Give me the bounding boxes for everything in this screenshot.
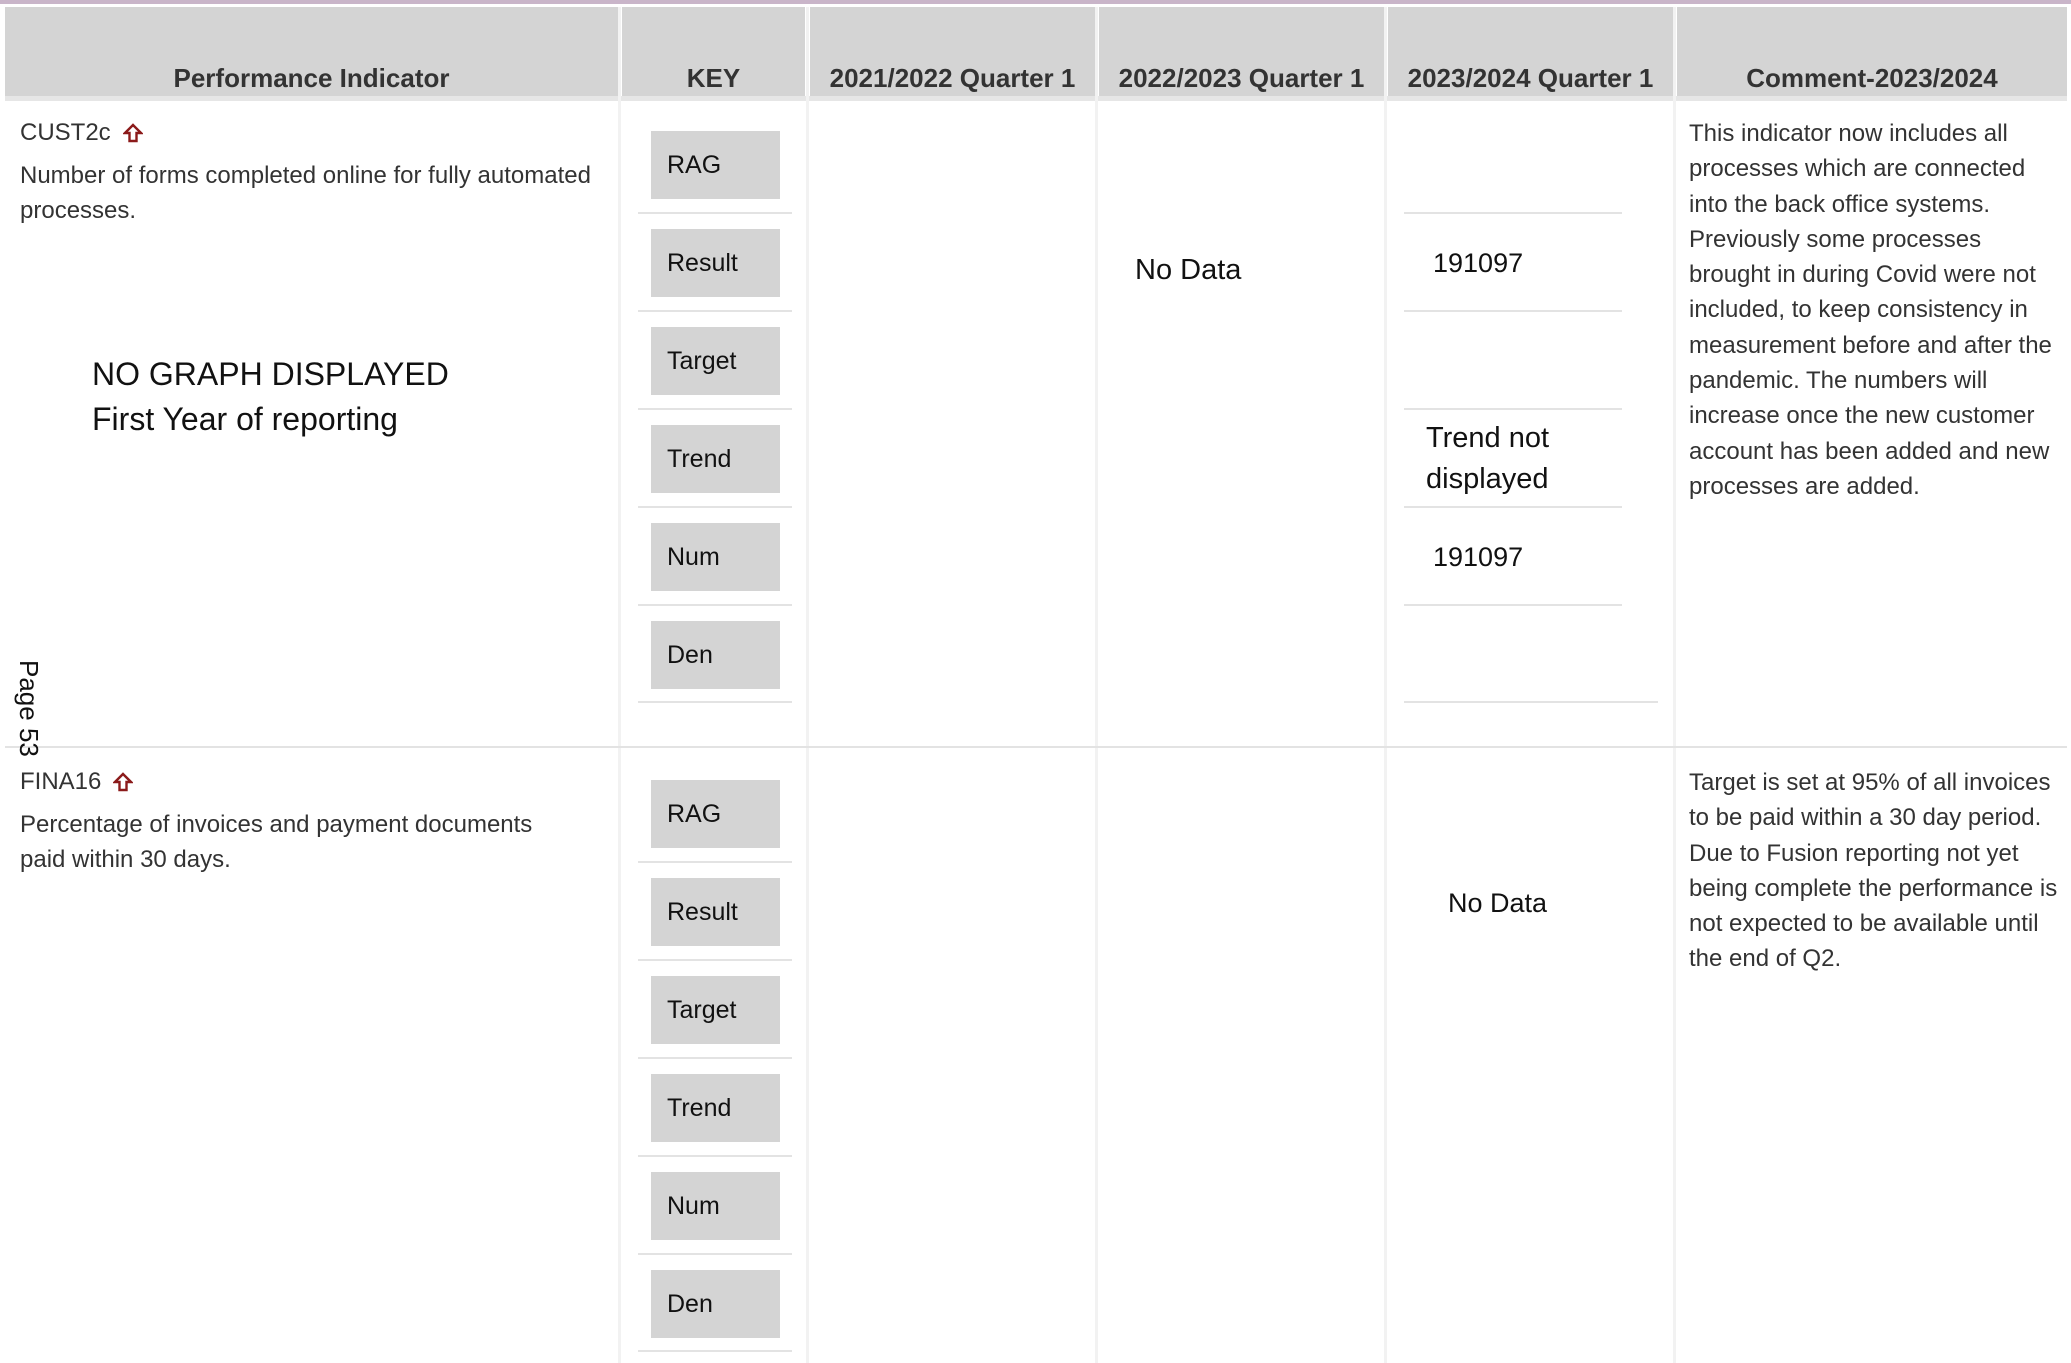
- no-graph-note: NO GRAPH DISPLAYED First Year of reporti…: [92, 352, 449, 442]
- key-divider: [638, 408, 792, 410]
- value-divider: [1404, 408, 1622, 410]
- no-data-2022-2023: No Data: [1135, 254, 1242, 286]
- num-value: 191097: [1433, 542, 1524, 572]
- key-divider: [638, 959, 792, 961]
- header-performance-indicator: Performance Indicator: [5, 7, 618, 100]
- key-divider: [638, 861, 792, 863]
- key-divider: [638, 604, 792, 606]
- column-separator: [1384, 7, 1387, 1363]
- column-separator: [1095, 7, 1098, 1363]
- column-separator: [1673, 7, 1676, 1363]
- key-target: Target: [651, 327, 780, 395]
- value-divider: [1404, 604, 1622, 606]
- key-divider: [638, 506, 792, 508]
- key-result: Result: [651, 878, 780, 946]
- trend-note-line: displayed: [1426, 463, 1549, 495]
- value-divider: [1404, 212, 1622, 214]
- indicator-code-text: FINA16: [20, 768, 102, 795]
- key-den: Den: [651, 1270, 780, 1338]
- up-arrow-icon: [113, 772, 134, 792]
- comment-text: Target is set at 95% of all invoices to …: [1689, 769, 2058, 973]
- header-key: KEY: [622, 7, 805, 100]
- key-result: Result: [651, 229, 780, 297]
- trend-note-line: Trend not: [1426, 422, 1550, 454]
- up-arrow-icon: [122, 123, 143, 143]
- header-2021-2022-q1: 2021/2022 Quarter 1: [810, 7, 1095, 100]
- comment-text: This indicator now includes all processe…: [1689, 120, 2052, 500]
- key-rag: RAG: [651, 780, 780, 848]
- value-divider: [1404, 701, 1658, 703]
- value-divider: [1404, 310, 1622, 312]
- key-divider: [638, 701, 792, 703]
- no-graph-line: NO GRAPH DISPLAYED: [92, 356, 449, 392]
- result-value: 191097: [1433, 248, 1524, 278]
- header-comment: Comment-2023/2024: [1677, 7, 2067, 100]
- row-divider: [5, 746, 2067, 748]
- header-underline: [5, 96, 2067, 101]
- value-divider: [1404, 506, 1622, 508]
- key-divider: [638, 310, 792, 312]
- top-border: [0, 0, 2071, 4]
- key-num: Num: [651, 523, 780, 591]
- key-den: Den: [651, 621, 780, 689]
- no-data-2023-2024: No Data: [1448, 888, 1548, 918]
- key-target: Target: [651, 976, 780, 1044]
- page-number: Page 53: [14, 660, 44, 757]
- key-divider: [638, 212, 792, 214]
- key-trend: Trend: [651, 1074, 780, 1142]
- header-2023-2024-q1: 2023/2024 Quarter 1: [1388, 7, 1673, 100]
- key-trend: Trend: [651, 425, 780, 493]
- column-separator: [806, 7, 809, 1363]
- trend-note: Trend not displayed: [1426, 418, 1549, 500]
- indicator-description: Number of forms completed online for ful…: [20, 162, 591, 224]
- indicator-code-text: CUST2c: [20, 119, 111, 146]
- key-divider: [638, 1155, 792, 1157]
- key-divider: [638, 1253, 792, 1255]
- key-num: Num: [651, 1172, 780, 1240]
- indicator-code: CUST2c: [20, 119, 143, 147]
- key-rag: RAG: [651, 131, 780, 199]
- first-year-line: First Year of reporting: [92, 401, 398, 437]
- indicator-code: FINA16: [20, 768, 134, 796]
- key-divider: [638, 1350, 792, 1352]
- key-divider: [638, 1057, 792, 1059]
- indicator-description: Percentage of invoices and payment docum…: [20, 811, 533, 873]
- header-2022-2023-q1: 2022/2023 Quarter 1: [1099, 7, 1384, 100]
